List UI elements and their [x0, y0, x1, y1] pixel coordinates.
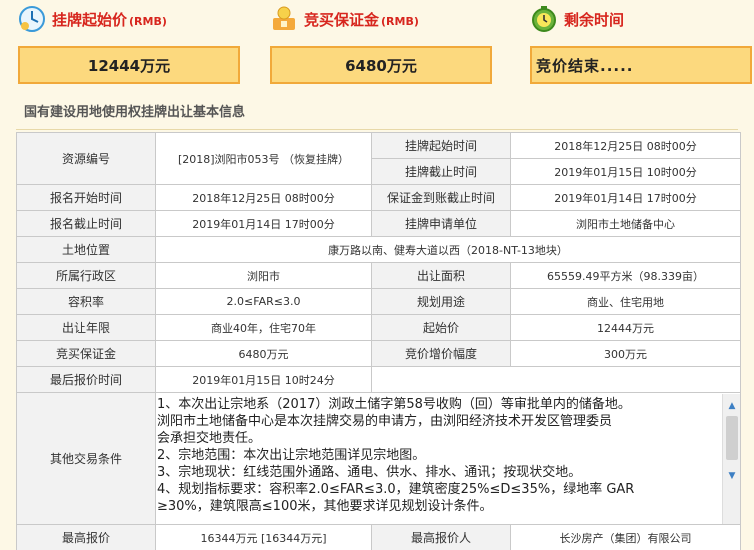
price-clock-icon	[19, 6, 45, 32]
land-info-table: 资源编号 [2018]浏阳市053号 （恢复挂牌） 挂牌起始时间 2018年12…	[16, 132, 741, 550]
table-row: 报名截止时间 2019年01月14日 17时00分 挂牌申请单位 浏阳市土地储备…	[16, 210, 741, 237]
terms-textarea[interactable]: 1、本次出让宗地系（2017）浏政土储字第58号收购（回）等审批单内的储备地。 …	[156, 393, 740, 524]
list-start-value: 2018年12月25日 08时00分	[510, 132, 741, 159]
list-end-value: 2019年01月15日 10时00分	[510, 158, 741, 185]
deposit-key: 竞买保证金	[16, 340, 156, 367]
terms-cell: 1、本次出让宗地系（2017）浏政土储字第58号收购（回）等审批单内的储备地。 …	[155, 392, 741, 525]
years-key: 出让年限	[16, 314, 156, 341]
district-key: 所属行政区	[16, 262, 156, 289]
table-row: 土地位置 康万路以南、健寿大道以西（2018-NT-13地块）	[16, 236, 741, 263]
terms-line: 3、宗地现状：红线范围外通路、通电、供水、排水、通讯；按现状交地。	[157, 464, 582, 480]
section-title: 国有建设用地使用权挂牌出让基本信息	[16, 96, 738, 130]
scroll-up-icon[interactable]: ▲	[723, 398, 740, 414]
list-start-key: 挂牌起始时间	[371, 132, 511, 159]
location-value: 康万路以南、健寿大道以西（2018-NT-13地块）	[155, 236, 741, 263]
table-row: 最后报价时间 2019年01月15日 10时24分	[16, 366, 741, 393]
top-price-key: 最高报价	[16, 524, 156, 550]
area-key: 出让面积	[371, 262, 511, 289]
scroll-down-icon[interactable]: ▼	[723, 468, 740, 484]
reg-end-value: 2019年01月14日 17时00分	[155, 210, 372, 237]
terms-line: 4、规划指标要求：容积率2.0≤FAR≤3.0，建筑密度25%≤D≤35%，绿地…	[157, 481, 635, 497]
start-price-unit: (RMB)	[129, 14, 167, 28]
years-value: 商业40年，住宅70年	[155, 314, 372, 341]
start-price-value: 12444万元	[18, 46, 240, 84]
deposit-cell: 6480万元	[155, 340, 372, 367]
far-key: 容积率	[16, 288, 156, 315]
table-row: 其他交易条件 1、本次出让宗地系（2017）浏政土储字第58号收购（回）等审批单…	[16, 392, 741, 525]
start-price-key: 起始价	[371, 314, 511, 341]
reg-start-key: 报名开始时间	[16, 184, 156, 211]
terms-line: ≥30%，建筑限高≤100米，其他要求详见规划设计条件。	[157, 498, 493, 514]
empty-cell	[371, 366, 741, 393]
deposit-label: 竞买保证金	[304, 10, 380, 29]
remaining-time-value: 竞价结束.....	[530, 46, 752, 84]
scroll-thumb[interactable]	[726, 415, 738, 460]
increment-value: 300万元	[510, 340, 741, 367]
start-price-card: 挂牌起始价 (RMB) 12444万元	[18, 0, 240, 84]
top-bidder-key: 最高报价人	[371, 524, 511, 550]
resource-no-key: 资源编号	[16, 132, 156, 185]
table-row: 所属行政区 浏阳市 出让面积 65559.49平方米（98.339亩）	[16, 262, 741, 289]
top-price-value: 16344万元 [16344万元]	[155, 524, 372, 550]
terms-line: 1、本次出让宗地系（2017）浏政土储字第58号收购（回）等审批单内的储备地。	[157, 396, 631, 412]
remaining-time-card: 剩余时间 竞价结束.....	[530, 0, 752, 84]
use-value: 商业、住宅用地	[510, 288, 741, 315]
terms-line: 2、宗地范围：本次出让宗地范围详见宗地图。	[157, 447, 426, 463]
increment-key: 竞价增价幅度	[371, 340, 511, 367]
table-row: 最高报价 16344万元 [16344万元] 最高报价人 长沙房产（集团）有限公…	[16, 524, 741, 550]
location-key: 土地位置	[16, 236, 156, 263]
summary-cards: 挂牌起始价 (RMB) 12444万元 竞买保证金 (RMB) 6480万元 剩余时…	[0, 0, 754, 92]
reg-end-key: 报名截止时间	[16, 210, 156, 237]
far-value: 2.0≤FAR≤3.0	[155, 288, 372, 315]
table-row: 出让年限 商业40年，住宅70年 起始价 12444万元	[16, 314, 741, 341]
reg-start-value: 2018年12月25日 08时00分	[155, 184, 372, 211]
terms-line: 会承担交地责任。	[157, 430, 262, 446]
deposit-unit: (RMB)	[381, 14, 419, 28]
terms-scrollbar[interactable]: ▲ ▼	[722, 393, 740, 524]
top-bidder-value: 长沙房产（集团）有限公司	[510, 524, 741, 550]
table-row: 容积率 2.0≤FAR≤3.0 规划用途 商业、住宅用地	[16, 288, 741, 315]
deposit-deadline-key: 保证金到账截止时间	[371, 184, 511, 211]
applicant-value: 浏阳市土地储备中心	[510, 210, 741, 237]
last-quote-key: 最后报价时间	[16, 366, 156, 393]
deposit-icon	[273, 6, 295, 30]
start-price-label: 挂牌起始价	[52, 10, 128, 29]
terms-line: 浏阳市土地储备中心是本次挂牌交易的申请方，由浏阳经济技术开发区管理委员	[157, 413, 613, 429]
deposit-card: 竞买保证金 (RMB) 6480万元	[270, 0, 492, 84]
terms-key: 其他交易条件	[16, 392, 156, 525]
table-row: 资源编号 [2018]浏阳市053号 （恢复挂牌） 挂牌起始时间 2018年12…	[16, 132, 741, 185]
start-price-cell: 12444万元	[510, 314, 741, 341]
use-key: 规划用途	[371, 288, 511, 315]
table-row: 报名开始时间 2018年12月25日 08时00分 保证金到账截止时间 2019…	[16, 184, 741, 211]
district-value: 浏阳市	[155, 262, 372, 289]
area-value: 65559.49平方米（98.339亩）	[510, 262, 741, 289]
timer-icon	[532, 6, 556, 32]
applicant-key: 挂牌申请单位	[371, 210, 511, 237]
list-end-key: 挂牌截止时间	[371, 158, 511, 185]
resource-no-value: [2018]浏阳市053号 （恢复挂牌）	[155, 132, 372, 185]
deposit-value: 6480万元	[270, 46, 492, 84]
last-quote-value: 2019年01月15日 10时24分	[155, 366, 372, 393]
remaining-time-label: 剩余时间	[564, 10, 625, 29]
table-row: 竞买保证金 6480万元 竞价增价幅度 300万元	[16, 340, 741, 367]
deposit-deadline-value: 2019年01月14日 17时00分	[510, 184, 741, 211]
